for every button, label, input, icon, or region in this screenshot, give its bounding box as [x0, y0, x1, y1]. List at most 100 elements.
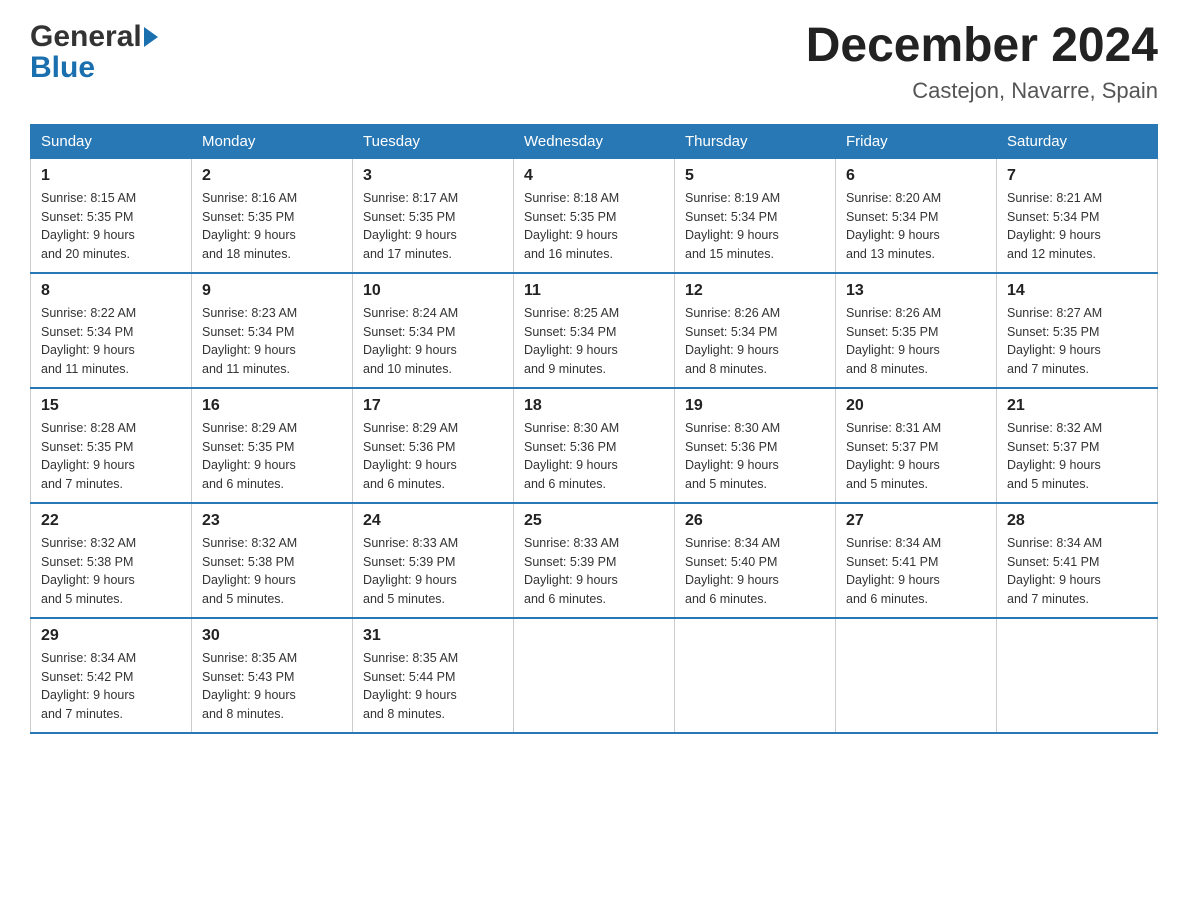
day-number: 23 — [202, 512, 342, 530]
day-header-wednesday: Wednesday — [514, 124, 675, 158]
day-info: Sunrise: 8:30 AMSunset: 5:36 PMDaylight:… — [524, 419, 664, 494]
day-number: 27 — [846, 512, 986, 530]
calendar-table: SundayMondayTuesdayWednesdayThursdayFrid… — [30, 124, 1158, 734]
logo-general: General — [30, 20, 142, 53]
month-title: December 2024 — [806, 20, 1158, 73]
day-number: 30 — [202, 627, 342, 645]
calendar-cell: 7 Sunrise: 8:21 AMSunset: 5:34 PMDaylight… — [997, 158, 1158, 273]
day-info: Sunrise: 8:29 AMSunset: 5:36 PMDaylight:… — [363, 419, 503, 494]
calendar-cell: 25 Sunrise: 8:33 AMSunset: 5:39 PMDayligh… — [514, 503, 675, 618]
day-number: 28 — [1007, 512, 1147, 530]
day-info: Sunrise: 8:17 AMSunset: 5:35 PMDaylight:… — [363, 189, 503, 264]
day-number: 31 — [363, 627, 503, 645]
day-info: Sunrise: 8:20 AMSunset: 5:34 PMDaylight:… — [846, 189, 986, 264]
day-header-sunday: Sunday — [31, 124, 192, 158]
calendar-cell — [675, 618, 836, 733]
calendar-cell: 3 Sunrise: 8:17 AMSunset: 5:35 PMDaylight… — [353, 158, 514, 273]
day-info: Sunrise: 8:32 AMSunset: 5:37 PMDaylight:… — [1007, 419, 1147, 494]
calendar-cell: 12 Sunrise: 8:26 AMSunset: 5:34 PMDayligh… — [675, 273, 836, 388]
day-number: 26 — [685, 512, 825, 530]
day-number: 17 — [363, 397, 503, 415]
day-header-tuesday: Tuesday — [353, 124, 514, 158]
day-info: Sunrise: 8:27 AMSunset: 5:35 PMDaylight:… — [1007, 304, 1147, 379]
day-info: Sunrise: 8:33 AMSunset: 5:39 PMDaylight:… — [363, 534, 503, 609]
day-info: Sunrise: 8:31 AMSunset: 5:37 PMDaylight:… — [846, 419, 986, 494]
day-number: 29 — [41, 627, 181, 645]
day-number: 6 — [846, 167, 986, 185]
logo: General Blue — [30, 20, 158, 83]
day-info: Sunrise: 8:35 AMSunset: 5:43 PMDaylight:… — [202, 649, 342, 724]
calendar-cell: 20 Sunrise: 8:31 AMSunset: 5:37 PMDayligh… — [836, 388, 997, 503]
day-number: 2 — [202, 167, 342, 185]
day-number: 7 — [1007, 167, 1147, 185]
day-number: 21 — [1007, 397, 1147, 415]
calendar-cell: 21 Sunrise: 8:32 AMSunset: 5:37 PMDayligh… — [997, 388, 1158, 503]
day-info: Sunrise: 8:26 AMSunset: 5:34 PMDaylight:… — [685, 304, 825, 379]
calendar-cell: 11 Sunrise: 8:25 AMSunset: 5:34 PMDayligh… — [514, 273, 675, 388]
calendar-cell: 29 Sunrise: 8:34 AMSunset: 5:42 PMDayligh… — [31, 618, 192, 733]
day-info: Sunrise: 8:29 AMSunset: 5:35 PMDaylight:… — [202, 419, 342, 494]
day-number: 13 — [846, 282, 986, 300]
calendar-cell: 4 Sunrise: 8:18 AMSunset: 5:35 PMDaylight… — [514, 158, 675, 273]
day-number: 4 — [524, 167, 664, 185]
day-info: Sunrise: 8:34 AMSunset: 5:42 PMDaylight:… — [41, 649, 181, 724]
calendar-cell: 18 Sunrise: 8:30 AMSunset: 5:36 PMDayligh… — [514, 388, 675, 503]
calendar-cell: 28 Sunrise: 8:34 AMSunset: 5:41 PMDayligh… — [997, 503, 1158, 618]
day-number: 11 — [524, 282, 664, 300]
day-number: 24 — [363, 512, 503, 530]
day-number: 15 — [41, 397, 181, 415]
calendar-cell: 13Sunrise: 8:26 AMSunset: 5:35 PMDayligh… — [836, 273, 997, 388]
calendar-cell: 6 Sunrise: 8:20 AMSunset: 5:34 PMDaylight… — [836, 158, 997, 273]
day-info: Sunrise: 8:15 AMSunset: 5:35 PMDaylight:… — [41, 189, 181, 264]
calendar-cell: 31Sunrise: 8:35 AMSunset: 5:44 PMDayligh… — [353, 618, 514, 733]
calendar-cell: 26 Sunrise: 8:34 AMSunset: 5:40 PMDayligh… — [675, 503, 836, 618]
calendar-cell: 22Sunrise: 8:32 AMSunset: 5:38 PMDayligh… — [31, 503, 192, 618]
day-number: 18 — [524, 397, 664, 415]
calendar-cell: 5 Sunrise: 8:19 AMSunset: 5:34 PMDaylight… — [675, 158, 836, 273]
calendar-cell: 15Sunrise: 8:28 AMSunset: 5:35 PMDayligh… — [31, 388, 192, 503]
day-info: Sunrise: 8:34 AMSunset: 5:40 PMDaylight:… — [685, 534, 825, 609]
day-number: 12 — [685, 282, 825, 300]
day-number: 5 — [685, 167, 825, 185]
day-number: 20 — [846, 397, 986, 415]
day-number: 9 — [202, 282, 342, 300]
calendar-cell: 8 Sunrise: 8:22 AMSunset: 5:34 PMDaylight… — [31, 273, 192, 388]
day-number: 25 — [524, 512, 664, 530]
day-number: 14 — [1007, 282, 1147, 300]
day-info: Sunrise: 8:25 AMSunset: 5:34 PMDaylight:… — [524, 304, 664, 379]
calendar-cell: 23Sunrise: 8:32 AMSunset: 5:38 PMDayligh… — [192, 503, 353, 618]
day-info: Sunrise: 8:21 AMSunset: 5:34 PMDaylight:… — [1007, 189, 1147, 264]
calendar-cell: 2Sunrise: 8:16 AMSunset: 5:35 PMDaylight… — [192, 158, 353, 273]
page-header: General Blue December 2024 Castejon, Nav… — [30, 20, 1158, 104]
day-header-friday: Friday — [836, 124, 997, 158]
location: Castejon, Navarre, Spain — [806, 78, 1158, 104]
day-number: 22 — [41, 512, 181, 530]
calendar-cell: 30 Sunrise: 8:35 AMSunset: 5:43 PMDayligh… — [192, 618, 353, 733]
calendar-cell: 14 Sunrise: 8:27 AMSunset: 5:35 PMDayligh… — [997, 273, 1158, 388]
calendar-header-row: SundayMondayTuesdayWednesdayThursdayFrid… — [31, 124, 1158, 158]
calendar-week-row: 8 Sunrise: 8:22 AMSunset: 5:34 PMDaylight… — [31, 273, 1158, 388]
calendar-cell: 19Sunrise: 8:30 AMSunset: 5:36 PMDayligh… — [675, 388, 836, 503]
calendar-cell: 17 Sunrise: 8:29 AMSunset: 5:36 PMDayligh… — [353, 388, 514, 503]
day-info: Sunrise: 8:19 AMSunset: 5:34 PMDaylight:… — [685, 189, 825, 264]
day-info: Sunrise: 8:33 AMSunset: 5:39 PMDaylight:… — [524, 534, 664, 609]
day-number: 8 — [41, 282, 181, 300]
calendar-cell — [836, 618, 997, 733]
day-info: Sunrise: 8:22 AMSunset: 5:34 PMDaylight:… — [41, 304, 181, 379]
calendar-week-row: 22Sunrise: 8:32 AMSunset: 5:38 PMDayligh… — [31, 503, 1158, 618]
calendar-cell: 24 Sunrise: 8:33 AMSunset: 5:39 PMDayligh… — [353, 503, 514, 618]
day-number: 3 — [363, 167, 503, 185]
day-number: 1 — [41, 167, 181, 185]
calendar-cell: 10Sunrise: 8:24 AMSunset: 5:34 PMDayligh… — [353, 273, 514, 388]
day-info: Sunrise: 8:18 AMSunset: 5:35 PMDaylight:… — [524, 189, 664, 264]
calendar-week-row: 15Sunrise: 8:28 AMSunset: 5:35 PMDayligh… — [31, 388, 1158, 503]
calendar-cell: 16 Sunrise: 8:29 AMSunset: 5:35 PMDayligh… — [192, 388, 353, 503]
day-info: Sunrise: 8:30 AMSunset: 5:36 PMDaylight:… — [685, 419, 825, 494]
calendar-week-row: 29 Sunrise: 8:34 AMSunset: 5:42 PMDayligh… — [31, 618, 1158, 733]
calendar-cell — [997, 618, 1158, 733]
day-info: Sunrise: 8:34 AMSunset: 5:41 PMDaylight:… — [1007, 534, 1147, 609]
calendar-cell: 27 Sunrise: 8:34 AMSunset: 5:41 PMDayligh… — [836, 503, 997, 618]
day-info: Sunrise: 8:34 AMSunset: 5:41 PMDaylight:… — [846, 534, 986, 609]
day-number: 16 — [202, 397, 342, 415]
day-header-thursday: Thursday — [675, 124, 836, 158]
